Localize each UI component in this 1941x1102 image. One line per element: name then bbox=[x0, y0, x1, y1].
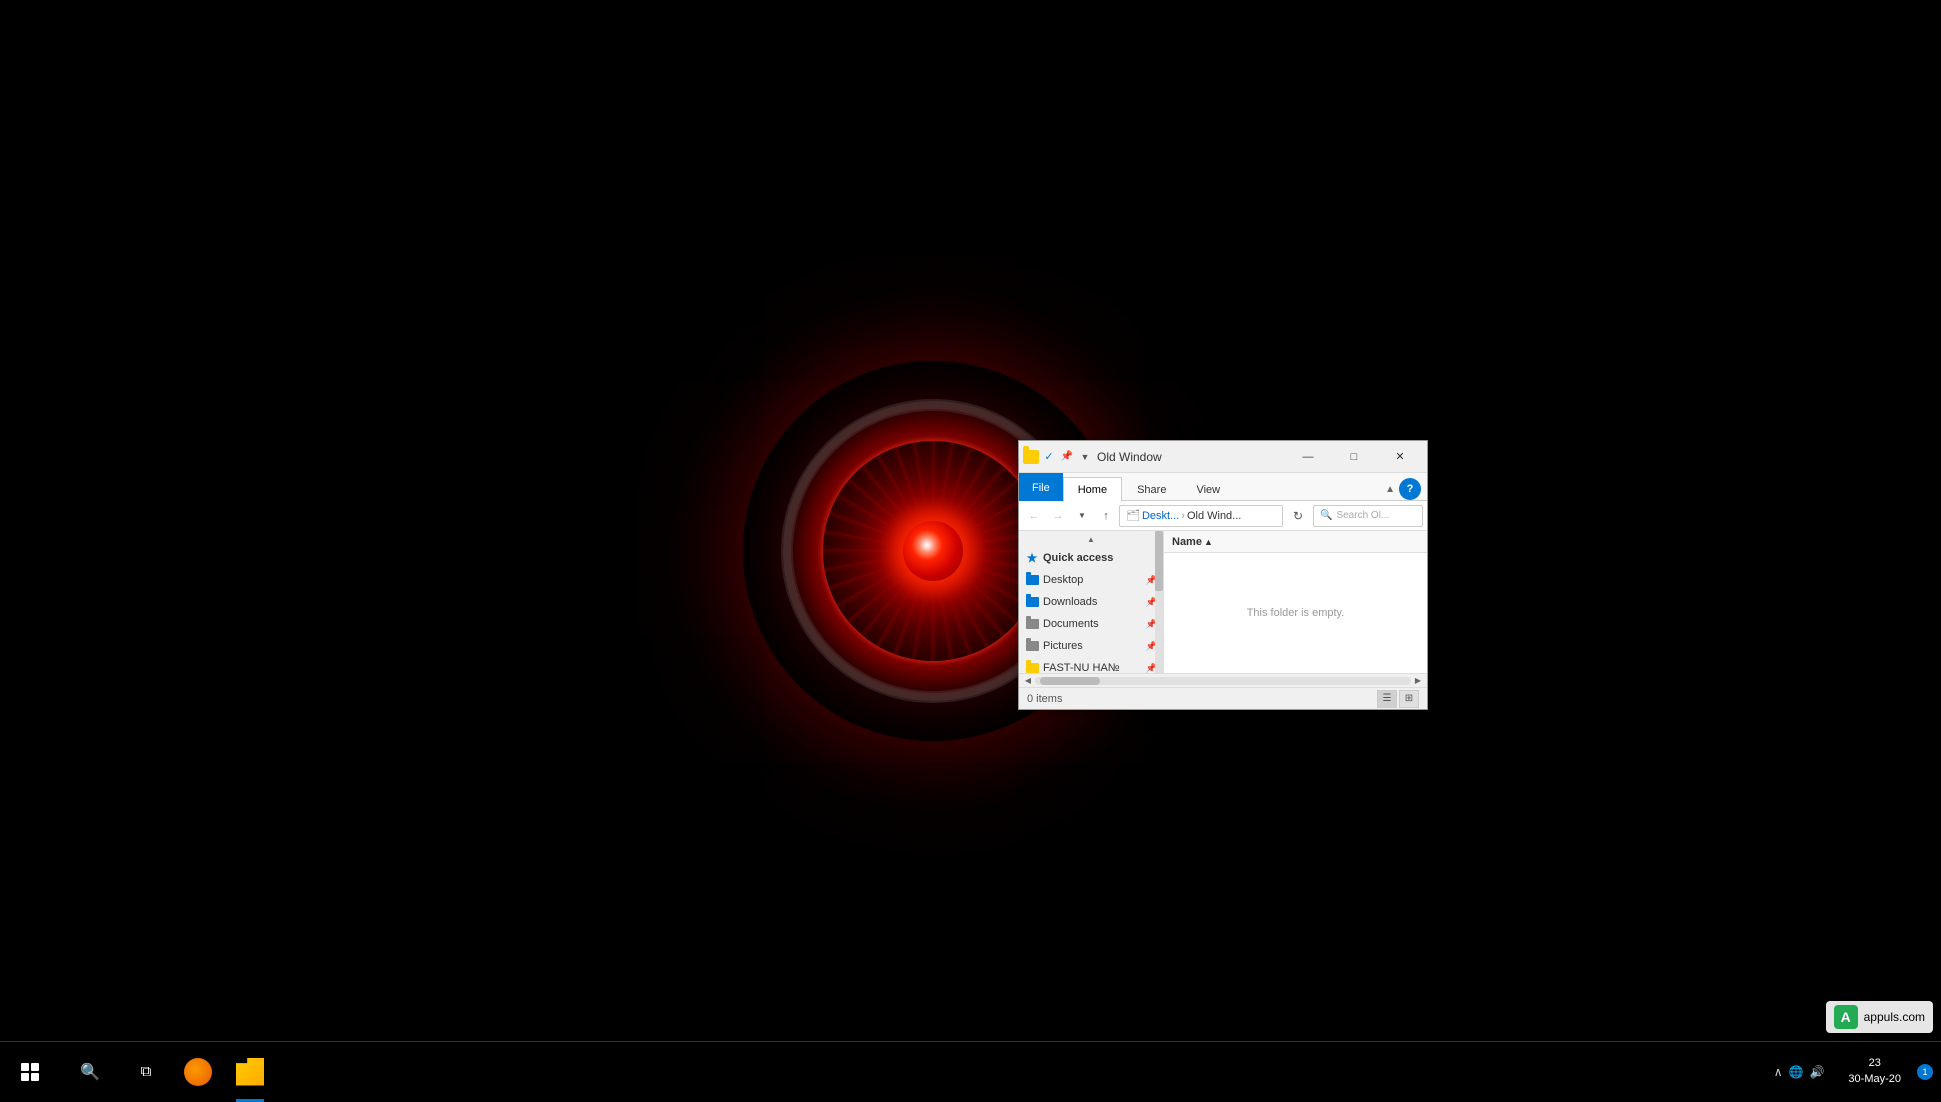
appuals-logo-icon: A bbox=[1834, 1005, 1858, 1029]
path-separator: › bbox=[1181, 510, 1185, 522]
sidebar-documents-label: Documents bbox=[1043, 618, 1142, 630]
taskbar-search-button[interactable]: 🔍 bbox=[60, 1042, 120, 1102]
volume-icon[interactable]: 🔊 bbox=[1809, 1065, 1824, 1079]
sidebar-downloads-label: Downloads bbox=[1043, 596, 1142, 608]
view-icons: ☰ ⊞ bbox=[1377, 690, 1419, 708]
main-content: Name ▲ This folder is empty. bbox=[1164, 531, 1427, 673]
tray-icons: ∧ 🌐 🔊 bbox=[1774, 1065, 1825, 1079]
empty-message-text: This folder is empty. bbox=[1247, 607, 1345, 619]
sidebar-item-documents[interactable]: Documents 📌 bbox=[1019, 613, 1163, 635]
details-view-button[interactable]: ☰ bbox=[1377, 690, 1397, 708]
column-header: Name ▲ bbox=[1164, 531, 1427, 553]
address-controls: ↻ bbox=[1287, 505, 1309, 527]
notification-badge[interactable]: 1 bbox=[1917, 1064, 1933, 1080]
address-bar: ← → ▼ ↑ 🗂 Deskt... › Old Wind... ↻ 🔍 Sea… bbox=[1019, 501, 1427, 531]
sidebar-item-pictures[interactable]: Pictures 📌 bbox=[1019, 635, 1163, 657]
large-icons-view-button[interactable]: ⊞ bbox=[1399, 690, 1419, 708]
title-bar: ✓ 📌 ▼ Old Window — □ ✕ bbox=[1019, 441, 1427, 473]
eye-pupil bbox=[903, 521, 963, 581]
desktop-background: ✓ 📌 ▼ Old Window — □ ✕ File Home Share V… bbox=[0, 0, 1941, 1101]
title-bar-icons: ✓ 📌 ▼ bbox=[1023, 449, 1093, 465]
path-folder-icon: 🗂 bbox=[1126, 509, 1140, 522]
clock-time: 23 bbox=[1848, 1056, 1901, 1071]
pin-icon-title: 📌 bbox=[1059, 449, 1075, 465]
path-segment-1: Deskt... bbox=[1142, 510, 1179, 522]
file-explorer-window: ✓ 📌 ▼ Old Window — □ ✕ File Home Share V… bbox=[1018, 440, 1428, 710]
down-arrow-title: ▼ bbox=[1077, 449, 1093, 465]
h-scrollbar-thumb[interactable] bbox=[1040, 677, 1100, 685]
search-placeholder: Search Ol... bbox=[1336, 510, 1389, 521]
search-box[interactable]: 🔍 Search Ol... bbox=[1313, 505, 1423, 527]
empty-folder-message: This folder is empty. bbox=[1164, 553, 1427, 673]
taskbar-app-explorer[interactable] bbox=[224, 1042, 276, 1102]
tab-view[interactable]: View bbox=[1181, 477, 1235, 501]
taskbar-app-firefox[interactable] bbox=[172, 1042, 224, 1102]
folder-icon-title bbox=[1023, 449, 1039, 465]
close-button[interactable]: ✕ bbox=[1377, 441, 1423, 473]
system-clock[interactable]: 23 30-May-20 bbox=[1836, 1056, 1913, 1087]
firefox-icon bbox=[184, 1058, 212, 1086]
sidebar-scrollbar[interactable] bbox=[1155, 531, 1163, 673]
h-scrollbar-track[interactable] bbox=[1035, 677, 1411, 685]
star-icon: ★ bbox=[1025, 551, 1039, 565]
sidebar-quick-access-label: Quick access bbox=[1043, 552, 1157, 564]
back-button[interactable]: ← bbox=[1023, 505, 1045, 527]
sidebar: ▲ ★ Quick access Desktop 📌 bbox=[1019, 531, 1164, 673]
window-title: Old Window bbox=[1097, 450, 1285, 464]
appuals-label: appuls.com bbox=[1864, 1010, 1925, 1024]
pictures-folder-icon bbox=[1025, 639, 1039, 653]
forward-button[interactable]: → bbox=[1047, 505, 1069, 527]
name-column-header: Name bbox=[1172, 536, 1202, 548]
minimize-button[interactable]: — bbox=[1285, 441, 1331, 473]
fast-nu-folder-icon bbox=[1025, 661, 1039, 673]
explorer-icon bbox=[236, 1058, 264, 1086]
tab-home[interactable]: Home bbox=[1063, 477, 1122, 501]
help-button[interactable]: ? bbox=[1399, 478, 1421, 500]
check-icon-title: ✓ bbox=[1041, 449, 1057, 465]
tray-chevron-icon[interactable]: ∧ bbox=[1774, 1065, 1783, 1079]
scroll-left-button[interactable]: ◀ bbox=[1021, 674, 1035, 688]
taskbar-tray: ∧ 🌐 🔊 23 30-May-20 1 bbox=[1774, 1056, 1941, 1087]
dropdown-button[interactable]: ▼ bbox=[1071, 505, 1093, 527]
sidebar-item-desktop[interactable]: Desktop 📌 bbox=[1019, 569, 1163, 591]
task-view-button[interactable]: ⧉ bbox=[120, 1042, 172, 1102]
bottom-scrollbar: ◀ ▶ bbox=[1019, 673, 1427, 687]
network-icon[interactable]: 🌐 bbox=[1789, 1065, 1804, 1079]
sidebar-item-downloads[interactable]: Downloads 📌 bbox=[1019, 591, 1163, 613]
start-button[interactable] bbox=[0, 1042, 60, 1102]
explorer-content: ▲ ★ Quick access Desktop 📌 bbox=[1019, 531, 1427, 673]
tab-file[interactable]: File bbox=[1019, 473, 1063, 501]
sidebar-scroll-up[interactable]: ▲ bbox=[1019, 531, 1163, 547]
eye-iris bbox=[823, 441, 1043, 661]
refresh-button[interactable]: ↻ bbox=[1287, 505, 1309, 527]
ribbon-tabs: File Home Share View ▲ ? bbox=[1019, 473, 1427, 501]
sidebar-desktop-label: Desktop bbox=[1043, 574, 1142, 586]
item-count: 0 items bbox=[1027, 693, 1062, 705]
sidebar-item-fast-nu[interactable]: FAST-NU HA№ 📌 bbox=[1019, 657, 1163, 673]
address-path[interactable]: 🗂 Deskt... › Old Wind... bbox=[1119, 505, 1283, 527]
search-icon: 🔍 bbox=[1320, 510, 1332, 521]
title-bar-controls: — □ ✕ bbox=[1285, 441, 1423, 473]
sidebar-fast-nu-label: FAST-NU HA№ bbox=[1043, 662, 1142, 673]
clock-date: 30-May-20 bbox=[1848, 1072, 1901, 1087]
sort-asc-icon: ▲ bbox=[1204, 537, 1213, 547]
appuals-watermark: A appuls.com bbox=[1826, 1001, 1933, 1033]
documents-folder-icon bbox=[1025, 617, 1039, 631]
tab-share[interactable]: Share bbox=[1122, 477, 1181, 501]
sidebar-item-quick-access[interactable]: ★ Quick access bbox=[1019, 547, 1163, 569]
sidebar-scrollbar-thumb[interactable] bbox=[1155, 531, 1163, 591]
maximize-button[interactable]: □ bbox=[1331, 441, 1377, 473]
desktop-folder-icon bbox=[1025, 573, 1039, 587]
path-segment-2: Old Wind... bbox=[1187, 510, 1241, 522]
status-bar: 0 items ☰ ⊞ bbox=[1019, 687, 1427, 709]
scroll-right-button[interactable]: ▶ bbox=[1411, 674, 1425, 688]
up-button[interactable]: ↑ bbox=[1095, 505, 1117, 527]
expand-ribbon-button[interactable]: ▲ bbox=[1381, 484, 1399, 495]
taskbar: 🔍 ⧉ ∧ 🌐 🔊 23 30-May-20 1 bbox=[0, 1041, 1941, 1101]
sidebar-pictures-label: Pictures bbox=[1043, 640, 1142, 652]
start-icon bbox=[21, 1063, 39, 1081]
downloads-folder-icon bbox=[1025, 595, 1039, 609]
